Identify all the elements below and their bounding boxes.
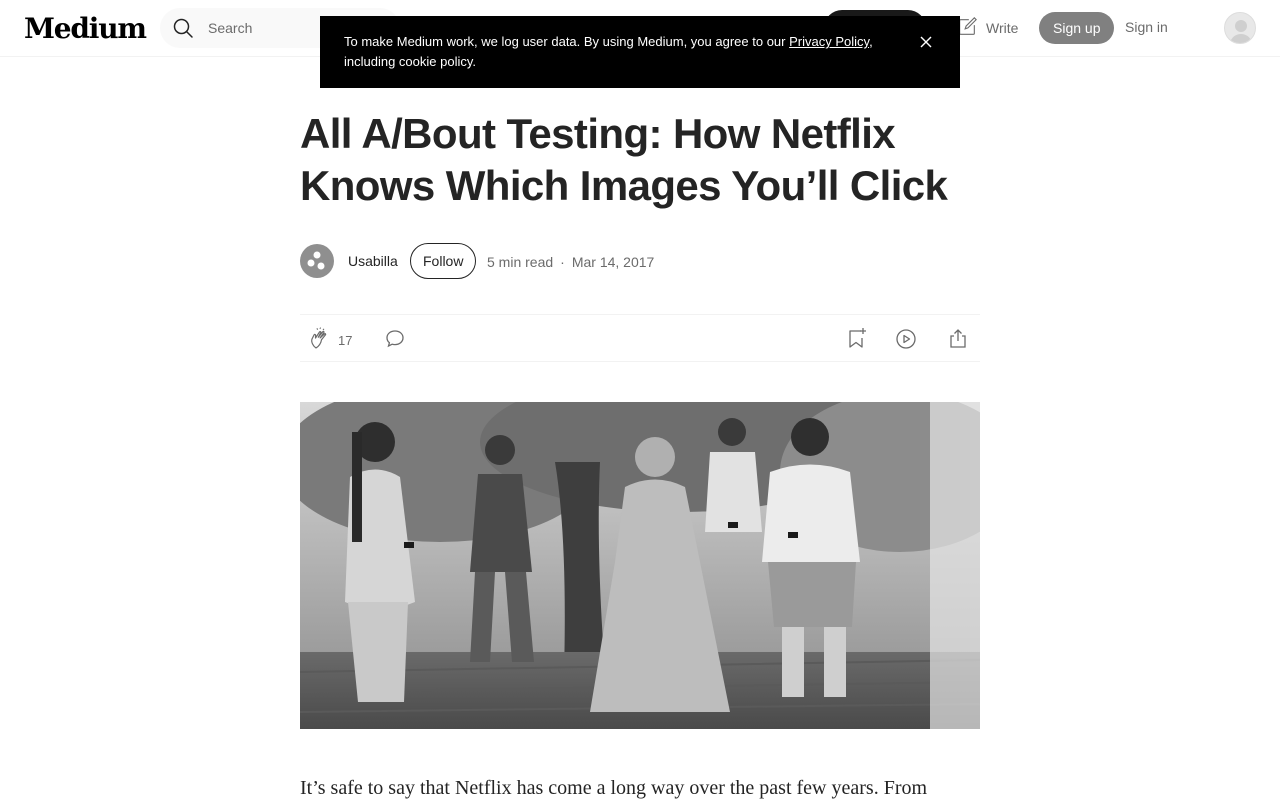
comment-icon[interactable] bbox=[384, 328, 406, 355]
follow-button[interactable]: Follow bbox=[410, 243, 477, 279]
cookie-banner: To make Medium work, we log user data. B… bbox=[320, 16, 960, 88]
medium-logo[interactable]: Medium bbox=[24, 12, 147, 45]
search-input-placeholder[interactable]: Search bbox=[208, 20, 252, 36]
article-meta: 5 min read · Mar 14, 2017 bbox=[487, 254, 654, 270]
clap-count: 17 bbox=[338, 333, 353, 348]
privacy-policy-link[interactable]: Privacy Policy bbox=[789, 34, 869, 49]
hero-image bbox=[300, 402, 980, 729]
search-icon bbox=[172, 17, 194, 39]
sign-in-link[interactable]: Sign in bbox=[1125, 19, 1168, 35]
write-button[interactable]: Write bbox=[956, 16, 1018, 40]
article-byline: Usabilla Follow 5 min read · Mar 14, 2017 bbox=[300, 243, 980, 279]
write-label: Write bbox=[986, 20, 1019, 36]
article-action-bar: 17 bbox=[300, 314, 980, 362]
publish-date: Mar 14, 2017 bbox=[571, 254, 655, 270]
clap-button[interactable]: 17 bbox=[308, 327, 352, 354]
play-icon[interactable] bbox=[894, 327, 918, 356]
meta-separator: · bbox=[560, 254, 565, 270]
sign-up-button[interactable]: Sign up bbox=[1039, 12, 1115, 44]
share-icon[interactable] bbox=[946, 327, 970, 356]
close-icon[interactable] bbox=[918, 34, 934, 50]
article-title: All A/Bout Testing: How Netflix Knows Wh… bbox=[300, 110, 948, 209]
article-first-paragraph: It’s safe to say that Netflix has come a… bbox=[300, 777, 928, 799]
read-time: 5 min read bbox=[487, 254, 554, 270]
cookie-text: To make Medium work, we log user data. B… bbox=[344, 34, 790, 49]
user-avatar[interactable] bbox=[1224, 12, 1256, 44]
publisher-avatar[interactable] bbox=[300, 244, 334, 278]
author-name[interactable]: Usabilla bbox=[348, 253, 398, 269]
bookmark-add-icon[interactable] bbox=[844, 327, 868, 356]
clap-icon bbox=[308, 327, 332, 354]
